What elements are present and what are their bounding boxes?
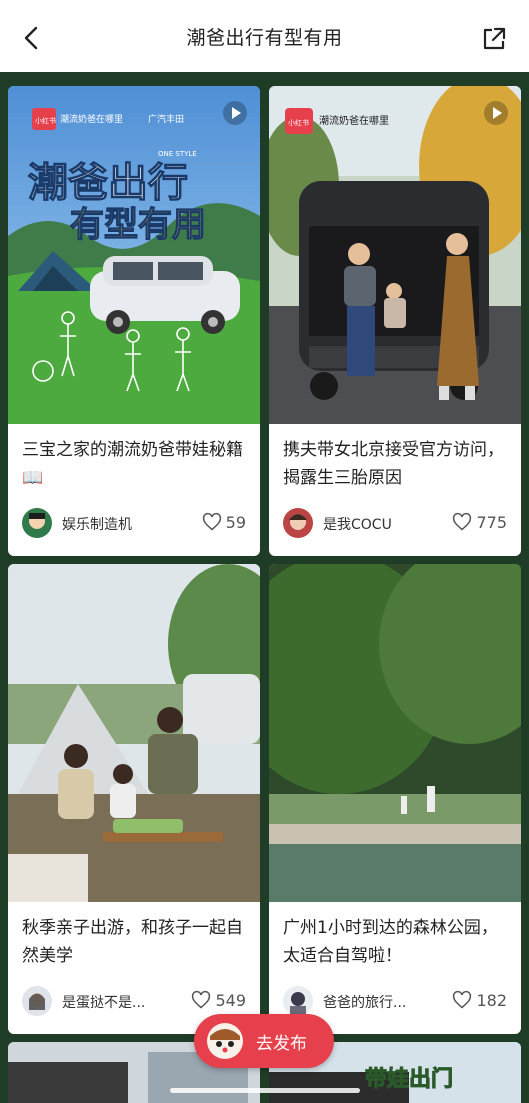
mascot-icon <box>207 1023 243 1059</box>
author-name[interactable]: 爸爸的旅行... <box>323 992 406 1012</box>
post-cover-image <box>269 564 521 902</box>
play-icon <box>223 101 247 125</box>
chevron-left-icon[interactable] <box>18 24 46 52</box>
banner-tag: ONE STYLE <box>158 150 197 158</box>
peek-card-text: 带娃出门 <box>365 1066 453 1092</box>
post-title: 三宝之家的潮流奶爸带娃秘籍📖 <box>22 440 243 488</box>
heart-icon[interactable] <box>202 512 222 532</box>
post-title: 秋季亲子出游，和孩子一起自然美学 <box>22 918 243 966</box>
like-count-value: 59 <box>225 512 246 532</box>
play-icon <box>484 101 508 125</box>
publish-button[interactable]: 去发布 <box>194 1014 334 1068</box>
like-count-value: 775 <box>476 512 507 532</box>
avatar[interactable] <box>22 508 52 538</box>
avatar[interactable] <box>283 508 313 538</box>
heart-icon[interactable] <box>191 990 211 1010</box>
avatar[interactable] <box>22 986 52 1016</box>
banner-slogan-line2: 有型有用 <box>70 205 206 245</box>
card2-brand-logo: 潮流奶爸在哪里 <box>319 114 389 127</box>
home-indicator <box>170 1088 360 1093</box>
post-cover-image: 小红书 潮流奶爸在哪里 <box>269 86 521 424</box>
banner-sponsor: 广汽丰田 <box>148 113 184 125</box>
like-count[interactable]: 59 <box>202 512 246 532</box>
post-title: 携夫带女北京接受官方访问，揭露生三胎原因 <box>283 440 504 488</box>
post-card[interactable]: 秋季亲子出游，和孩子一起自然美学 是蛋挞不是... 549 <box>8 564 260 1034</box>
author-name[interactable]: 娱乐制造机 <box>62 514 132 534</box>
page-title: 潮爸出行有型有用 <box>186 26 343 49</box>
like-count[interactable]: 182 <box>452 990 507 1010</box>
card2-xhs-logo: 小红书 <box>288 118 309 127</box>
post-card[interactable]: 小红书 潮流奶爸在哪里 携夫带女北京接受官方访问，揭露生三胎原因 是我COCU … <box>269 86 521 556</box>
post-cover-image <box>8 564 260 902</box>
post-title: 广州1小时到达的森林公园，太适合自驾啦！ <box>283 918 498 966</box>
banner-brand-logo: 潮流奶爸在哪里 <box>60 113 123 125</box>
publish-button-label: 去发布 <box>256 1033 307 1054</box>
like-count[interactable]: 775 <box>452 512 507 532</box>
banner-slogan-line1: 潮爸出行 <box>28 160 188 206</box>
like-count-value: 182 <box>476 990 507 1010</box>
heart-icon[interactable] <box>452 990 472 1010</box>
post-cover-image: 潮爸出行 有型有用 ONE STYLE 小红书 潮流奶爸在哪里 广汽丰田 <box>8 86 260 424</box>
author-name[interactable]: 是我COCU <box>323 514 392 534</box>
avatar[interactable] <box>283 986 313 1016</box>
post-card[interactable]: 潮爸出行 有型有用 ONE STYLE 小红书 潮流奶爸在哪里 广汽丰田 三宝之… <box>8 86 260 556</box>
like-count[interactable]: 549 <box>191 990 246 1010</box>
banner-xhs-logo: 小红书 <box>35 116 56 125</box>
like-count-value: 549 <box>215 990 246 1010</box>
top-bar: 潮爸出行有型有用 <box>0 0 529 72</box>
share-icon[interactable] <box>481 26 507 52</box>
post-card[interactable]: 广州1小时到达的森林公园，太适合自驾啦！ 爸爸的旅行... 182 <box>269 564 521 1034</box>
author-name[interactable]: 是蛋挞不是... <box>62 992 145 1012</box>
heart-icon[interactable] <box>452 512 472 532</box>
